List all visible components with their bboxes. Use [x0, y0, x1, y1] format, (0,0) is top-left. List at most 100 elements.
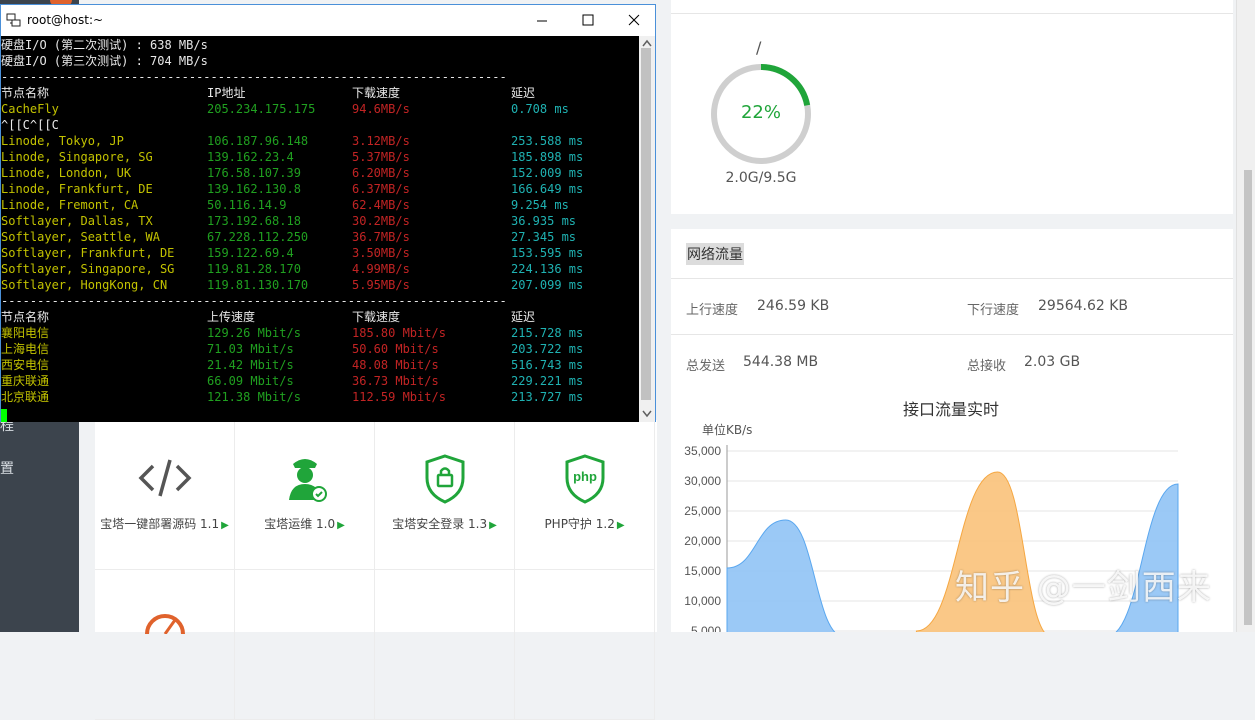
node-speed: 6.20MB/s — [352, 166, 410, 180]
terminal-line: ^[[C^[[C — [1, 118, 59, 132]
scroll-down-icon[interactable] — [642, 410, 652, 418]
node-download: 112.59 Mbit/s — [352, 390, 446, 404]
watermark: 知乎 @一剑西来 — [955, 568, 1212, 608]
terminal-screen[interactable]: 硬盘I/O (第二次测试) : 638 MB/s 硬盘I/O (第三次测试) : … — [1, 36, 639, 422]
sidebar-item-settings[interactable]: 置 — [0, 458, 14, 478]
terminal-window[interactable]: root@host:~ 硬盘I/O (第二次测试) : 638 MB/s 硬盘I/… — [0, 4, 656, 422]
terminal-scrollbar-thumb[interactable] — [641, 48, 651, 400]
total-received-label: 总接收 — [967, 359, 1007, 374]
node-latency: 36.935 ms — [511, 214, 577, 228]
node-latency: 9.254 ms — [511, 198, 569, 212]
node-name: 襄阳电信 — [1, 326, 50, 340]
node-latency: 215.728 ms — [511, 326, 584, 340]
node-name: 上海电信 — [1, 342, 50, 356]
download-speed-value: 29564.62 KB — [1038, 298, 1129, 314]
maximize-icon[interactable] — [565, 5, 611, 35]
node-name: 西安电信 — [1, 358, 50, 372]
node-speed: 4.99MB/s — [352, 262, 410, 276]
app-label: 宝塔安全登录 1.3 — [392, 517, 488, 531]
node-download: 36.73 Mbit/s — [352, 374, 439, 388]
chart-area-series — [726, 519, 836, 632]
terminal-line: 硬盘I/O (第三次测试) : 704 MB/s — [1, 54, 208, 68]
scroll-up-icon[interactable] — [642, 39, 652, 47]
node-ip: 50.116.14.9 — [207, 198, 287, 212]
node-upload: 121.38 Mbit/s — [207, 390, 301, 404]
terminal-separator: ----------------------------------------… — [1, 294, 507, 308]
y-tick-label: 10,000 — [684, 594, 721, 608]
node-latency: 153.595 ms — [511, 246, 584, 260]
node-name: Softlayer, HongKong, CN — [1, 278, 168, 292]
play-arrow-icon: ▶ — [489, 520, 497, 531]
total-received-value: 2.03 GB — [1024, 354, 1081, 370]
operator-icon — [288, 459, 327, 502]
app-ops[interactable]: 宝塔运维 1.0 ▶ — [235, 420, 375, 570]
y-tick-label: 35,000 — [684, 444, 721, 458]
y-tick-label: 15,000 — [684, 564, 721, 578]
node-ip: 176.58.107.39 — [207, 166, 301, 180]
node-latency: 152.009 ms — [511, 166, 584, 180]
app-label: 宝塔一键部署源码 1.1 — [100, 517, 220, 531]
php-shield-icon: php — [565, 454, 604, 504]
node-name: Linode, Frankfurt, DE — [1, 182, 153, 196]
app-grid: 宝塔一键部署源码 1.1 ▶ 宝塔运维 1.0 ▶ 宝塔安全登录 1.3 ▶ php … — [95, 420, 657, 720]
node-ip: 67.228.112.250 — [207, 230, 309, 244]
node-name: Softlayer, Seattle, WA — [1, 230, 160, 244]
node-download: 185.80 Mbit/s — [352, 326, 446, 340]
node-latency: 27.345 ms — [511, 230, 577, 244]
node-latency: 229.221 ms — [511, 374, 584, 388]
page-scrollbar-thumb[interactable] — [1244, 170, 1252, 625]
app-tile-empty — [375, 570, 515, 720]
terminal-titlebar[interactable]: root@host:~ — [1, 5, 655, 35]
node-upload: 21.42 Mbit/s — [207, 358, 294, 372]
app-deploy-source[interactable]: 宝塔一键部署源码 1.1 ▶ — [95, 420, 235, 570]
app-php-guard[interactable]: php PHP守护 1.2 ▶ — [515, 420, 655, 570]
node-ip: 139.162.23.4 — [207, 150, 294, 164]
table-header: 节点名称 — [1, 86, 50, 100]
node-name: Softlayer, Singapore, SG — [1, 262, 175, 276]
play-arrow-icon: ▶ — [337, 520, 345, 531]
table-header: IP地址 — [207, 86, 246, 100]
close-icon[interactable] — [611, 5, 657, 35]
y-tick-label: 20,000 — [684, 534, 721, 548]
total-sent-value: 544.38 MB — [743, 354, 819, 370]
node-latency: 224.136 ms — [511, 262, 584, 276]
table-header: 下载速度 — [352, 310, 401, 324]
terminal-line: 硬盘I/O (第二次测试) : 638 MB/s — [1, 38, 208, 52]
svg-text:php: php — [573, 469, 597, 484]
upload-speed-value: 246.59 KB — [757, 298, 830, 314]
upload-speed-label: 上行速度 — [686, 303, 739, 318]
node-name: CacheFly — [1, 102, 59, 116]
node-latency: 213.727 ms — [511, 390, 584, 404]
node-name: Linode, Tokyo, JP — [1, 134, 124, 148]
node-name: 北京联通 — [1, 390, 50, 404]
node-name: Linode, Fremont, CA — [1, 198, 139, 212]
node-ip: 106.187.96.148 — [207, 134, 309, 148]
node-ip: 139.162.130.8 — [207, 182, 301, 196]
node-speed: 3.12MB/s — [352, 134, 410, 148]
app-tile[interactable] — [95, 570, 235, 720]
terminal-title: root@host:~ — [27, 13, 104, 27]
node-latency: 0.708 ms — [511, 102, 569, 116]
node-name: Softlayer, Frankfurt, DE — [1, 246, 175, 260]
disk-size: 2.0G/9.5G — [725, 170, 797, 186]
node-ip: 119.81.28.170 — [207, 262, 301, 276]
play-arrow-icon: ▶ — [221, 520, 229, 531]
app-secure-login[interactable]: 宝塔安全登录 1.3 ▶ — [375, 420, 515, 570]
node-ip: 173.192.68.18 — [207, 214, 301, 228]
table-header: 上传速度 — [207, 310, 256, 324]
node-upload: 66.09 Mbit/s — [207, 374, 294, 388]
total-sent-label: 总发送 — [686, 359, 726, 374]
node-speed: 36.7MB/s — [352, 230, 410, 244]
node-download: 48.08 Mbit/s — [352, 358, 439, 372]
node-name: Linode, Singapore, SG — [1, 150, 153, 164]
disk-path: / — [756, 38, 762, 57]
minimize-icon[interactable] — [519, 5, 565, 35]
node-speed: 5.95MB/s — [352, 278, 410, 292]
node-speed: 30.2MB/s — [352, 214, 410, 228]
node-upload: 71.03 Mbit/s — [207, 342, 294, 356]
y-tick-label: 25,000 — [684, 504, 721, 518]
app-tile-empty — [515, 570, 655, 720]
table-header: 下载速度 — [352, 86, 401, 100]
node-speed: 62.4MB/s — [352, 198, 410, 212]
node-speed: 6.37MB/s — [352, 182, 410, 196]
